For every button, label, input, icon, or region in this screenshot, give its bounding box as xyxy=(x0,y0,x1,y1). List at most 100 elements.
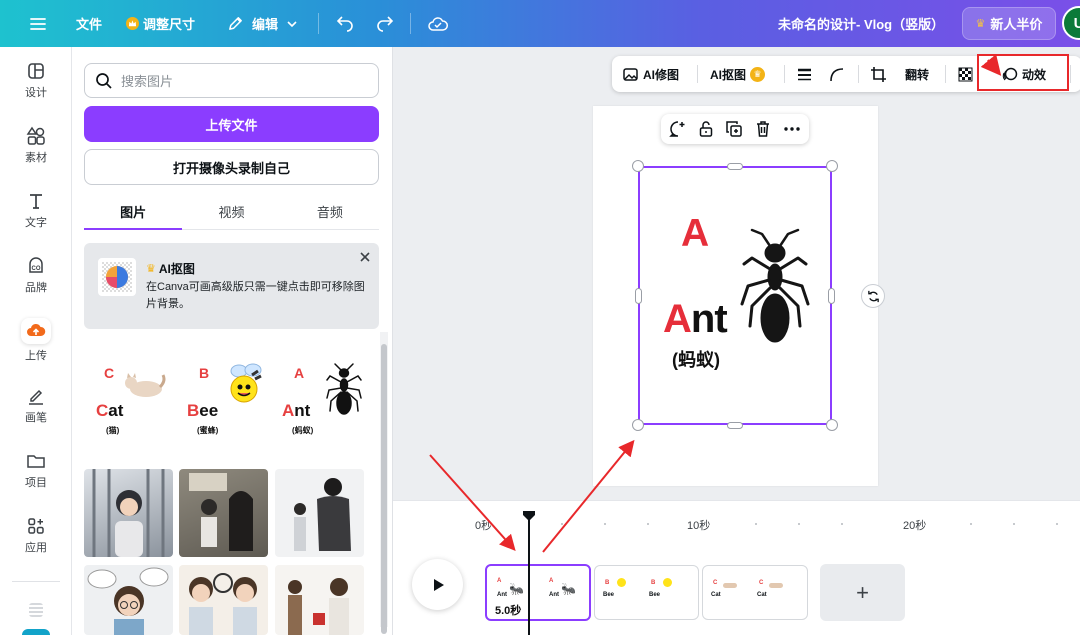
promo-title: ♛ AI抠图 xyxy=(146,260,195,277)
resize-handle-s[interactable] xyxy=(727,422,743,429)
rail-item-projects[interactable]: 项目 xyxy=(0,442,72,498)
scrollbar-thumb[interactable] xyxy=(381,344,387,634)
document-title[interactable]: 未命名的设计- Vlog（竖版） xyxy=(778,0,944,47)
resize-handle-n[interactable] xyxy=(727,163,743,170)
app-badge[interactable] xyxy=(22,629,50,635)
lock-icon[interactable] xyxy=(697,120,715,138)
flashcard-ant[interactable]: A Ant (蚂蚁) xyxy=(278,359,366,453)
transparency-button[interactable] xyxy=(957,56,974,92)
flashcard-cat[interactable]: C Cat (猫) xyxy=(84,359,172,453)
time-tick: 20秒 xyxy=(903,520,927,532)
divider xyxy=(318,13,319,34)
edit-menu[interactable]: 编辑 xyxy=(227,0,298,47)
rotate-button[interactable] xyxy=(861,284,885,308)
annotation-highlight xyxy=(977,54,1069,91)
uploaded-image[interactable] xyxy=(84,469,173,557)
selection-frame[interactable] xyxy=(638,166,832,425)
corner-rounding-button[interactable] xyxy=(828,56,845,92)
rail-label: 设计 xyxy=(25,86,47,99)
resize-button[interactable]: 调整尺寸 xyxy=(126,0,195,47)
tab-images[interactable]: 图片 xyxy=(84,194,183,230)
resize-handle-e[interactable] xyxy=(828,288,835,304)
photo-illustration xyxy=(294,478,351,551)
rail-label: 项目 xyxy=(25,476,47,489)
timeline-clip-cat[interactable]: C Cat C Cat xyxy=(702,565,808,620)
file-menu[interactable]: 文件 xyxy=(76,0,102,47)
tick-dot xyxy=(604,523,606,525)
resize-handle-sw[interactable] xyxy=(632,419,644,431)
search-input[interactable]: 搜索图片 xyxy=(84,63,379,98)
tab-audio[interactable]: 音频 xyxy=(281,194,379,229)
flashcard-word: Cat xyxy=(96,401,123,421)
border-style-button[interactable] xyxy=(796,56,813,92)
upload-files-button[interactable]: 上传文件 xyxy=(84,106,379,142)
ai-cutout-button[interactable]: AI抠图 ♛ xyxy=(710,56,766,92)
crop-icon xyxy=(871,66,886,82)
mini-bee-icon xyxy=(617,578,626,587)
rail-item-elements[interactable]: 素材 xyxy=(0,117,72,173)
cloud-upload-icon xyxy=(27,323,46,336)
add-page-button[interactable]: + xyxy=(820,564,905,621)
redo-icon xyxy=(377,15,394,32)
flashcard-bee[interactable]: B Bee (蜜蜂) xyxy=(181,359,269,453)
rail-item-brand[interactable]: CO 品牌 xyxy=(0,247,72,303)
more-apps-icon[interactable] xyxy=(29,603,43,617)
playhead[interactable] xyxy=(528,519,530,635)
resize-handle-ne[interactable] xyxy=(826,160,838,172)
upgrade-button[interactable]: ♛ 新人半价 xyxy=(962,7,1056,40)
crown-icon: ♛ xyxy=(750,66,766,82)
flip-button[interactable]: 翻转 xyxy=(905,56,929,92)
rail-label: 文字 xyxy=(25,216,47,229)
word-first-letter: C xyxy=(96,401,109,420)
crown-icon: ♛ xyxy=(975,18,986,30)
undo-icon xyxy=(336,15,353,32)
duplicate-icon[interactable] xyxy=(725,120,743,138)
line-weight-icon xyxy=(798,68,811,80)
rail-item-text[interactable]: 文字 xyxy=(0,182,72,238)
mini-word: Cat xyxy=(711,592,721,598)
play-button[interactable] xyxy=(412,559,463,610)
divider xyxy=(945,65,946,83)
ai-edit-button[interactable]: AI修图 xyxy=(622,56,679,92)
hamburger-icon xyxy=(30,17,46,30)
resize-handle-se[interactable] xyxy=(826,419,838,431)
mini-ant-icon: 🐜 xyxy=(561,582,576,596)
word-first-letter: B xyxy=(187,401,200,420)
crop-button[interactable] xyxy=(870,56,887,92)
resize-handle-w[interactable] xyxy=(635,288,642,304)
uploaded-image[interactable] xyxy=(275,565,364,635)
close-icon[interactable] xyxy=(359,251,371,263)
svg-text:CO: CO xyxy=(32,266,41,272)
rail-item-design[interactable]: 设计 xyxy=(0,52,72,108)
avatar[interactable]: U xyxy=(1062,6,1080,40)
uploaded-image[interactable] xyxy=(179,469,268,557)
uploaded-image[interactable] xyxy=(275,469,364,557)
comment-add-icon[interactable] xyxy=(669,120,687,138)
rail-item-apps[interactable]: 应用 xyxy=(0,507,72,563)
timeline-clip-bee[interactable]: B Bee B Bee xyxy=(594,565,699,620)
flashcard-chinese: (猫) xyxy=(106,426,120,435)
uploaded-image[interactable] xyxy=(179,565,268,635)
mini-word: Cat xyxy=(757,592,767,598)
record-yourself-button[interactable]: 打开摄像头录制自己 xyxy=(84,149,379,185)
timeline-clip-ant[interactable]: A Ant 🐜 A Ant 🐜 5.0秒 xyxy=(485,564,591,621)
uploaded-image[interactable] xyxy=(84,565,173,635)
save-status-button[interactable] xyxy=(427,0,449,47)
left-nav-rail: 设计 素材 文字 CO 品牌 上传 画笔 项目 应用 xyxy=(0,47,72,635)
brand-icon: CO xyxy=(29,256,43,273)
trash-icon[interactable] xyxy=(754,120,772,138)
rail-item-draw[interactable]: 画笔 xyxy=(0,377,72,433)
more-options-icon[interactable] xyxy=(783,120,801,138)
checkerboard-icon xyxy=(958,67,973,81)
flashcard-letter: B xyxy=(199,365,210,381)
rail-item-uploads[interactable]: 上传 xyxy=(0,312,72,368)
divider xyxy=(784,65,785,83)
resize-handle-nw[interactable] xyxy=(632,160,644,172)
tab-videos[interactable]: 视频 xyxy=(182,194,280,229)
rail-label: 素材 xyxy=(25,151,47,164)
redo-button[interactable] xyxy=(375,0,395,47)
edit-label: 编辑 xyxy=(252,17,279,32)
promo-thumbnail xyxy=(98,258,136,296)
undo-button[interactable] xyxy=(335,0,355,47)
menu-button[interactable] xyxy=(28,0,48,47)
